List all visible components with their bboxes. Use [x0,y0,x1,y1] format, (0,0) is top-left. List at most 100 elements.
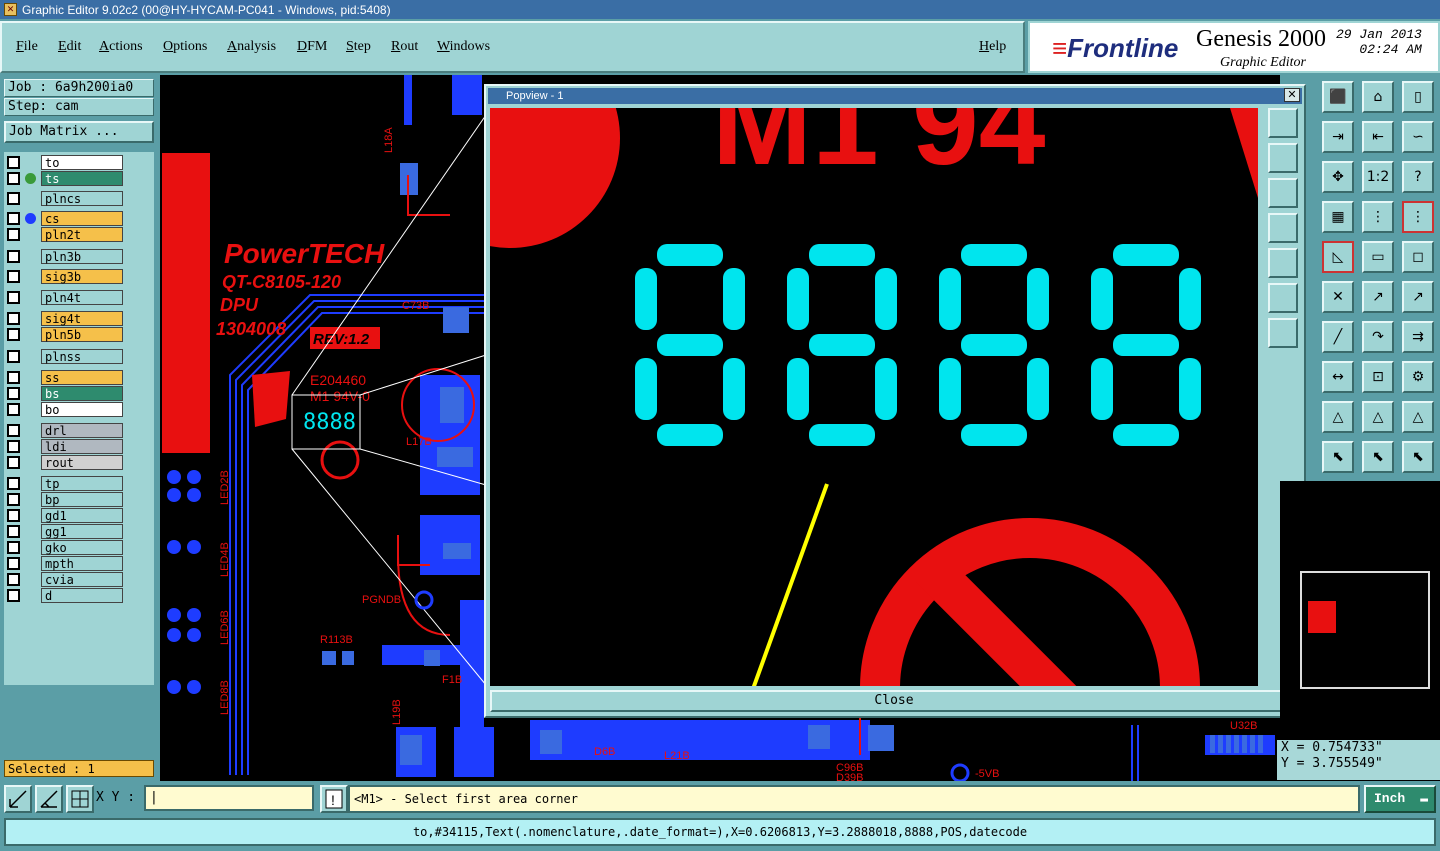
layer-row-plncs[interactable]: plncs [7,191,123,206]
layer-row-pln5b[interactable]: pln5b [7,327,123,342]
popview-tool-icon[interactable] [1268,213,1298,243]
popview-tool-icon[interactable] [1268,108,1298,138]
layer-row-ss[interactable]: ss [7,370,123,385]
pointer-icon[interactable]: ⬉ [1322,441,1354,473]
layer-checkbox[interactable] [7,172,20,185]
layer-checkbox[interactable] [7,509,20,522]
layer-row-cvia[interactable]: cvia [7,572,123,587]
next-icon[interactable]: ⇥ [1322,121,1354,153]
rotate-icon[interactable]: ↷ [1362,321,1394,353]
triangle-tool-icon[interactable]: △ [1402,401,1434,433]
layer-checkbox[interactable] [7,424,20,437]
layer-row-bo[interactable]: bo [7,402,123,417]
layer-checkbox[interactable] [7,589,20,602]
popview-close-icon[interactable]: ✕ [1284,88,1300,102]
layer-checkbox[interactable] [7,557,20,570]
popview-tool-icon[interactable] [1268,283,1298,313]
layer-row-mpth[interactable]: mpth [7,556,123,571]
wave-icon[interactable]: ∽ [1402,121,1434,153]
popview-tool-icon[interactable] [1268,178,1298,208]
layer-row-tp[interactable]: tp [7,476,123,491]
menu-help[interactable]: Help [979,39,1006,55]
layer-row-pln2t[interactable]: pln2t [7,227,123,242]
layer-checkbox[interactable] [7,387,20,400]
layer-checkbox[interactable] [7,192,20,205]
layer-checkbox[interactable] [7,312,20,325]
layer-icon[interactable]: ⋮ [1362,201,1394,233]
layer-row-gd1[interactable]: gd1 [7,508,123,523]
layer-row-gg1[interactable]: gg1 [7,524,123,539]
popview-tool-icon[interactable] [1268,318,1298,348]
stretch-icon[interactable]: ↔ [1322,361,1354,393]
job-matrix-button[interactable]: Job Matrix ... [4,121,154,143]
layer-checkbox[interactable] [7,250,20,263]
layer-checkbox[interactable] [7,493,20,506]
arrow-icon[interactable]: ↗ [1362,281,1394,313]
layer-checkbox[interactable] [7,541,20,554]
menu-dfm[interactable]: DFM [297,39,327,55]
gear-icon[interactable]: ⚙ [1402,361,1434,393]
pointer-icon[interactable]: ⬉ [1362,441,1394,473]
layer-row-bs[interactable]: bs [7,386,123,401]
ruler-icon[interactable]: ▭ [1362,241,1394,273]
layer-checkbox[interactable] [7,573,20,586]
menu-step[interactable]: Step [346,39,371,55]
split-icon[interactable]: ⇉ [1402,321,1434,353]
menu-windows[interactable]: Windows [437,39,490,55]
layer-checkbox[interactable] [7,350,20,363]
menu-actions[interactable]: Actions [99,39,143,55]
layer-checkbox[interactable] [7,477,20,490]
layer-row-sig4t[interactable]: sig4t [7,311,123,326]
layer-checkbox[interactable] [7,328,20,341]
measure-icon[interactable] [35,785,63,813]
pan-icon[interactable]: ✥ [1322,161,1354,193]
layer-checkbox[interactable] [7,228,20,241]
layer-row-d[interactable]: d [7,588,123,603]
layer-checkbox[interactable] [7,291,20,304]
window-icon[interactable]: ▯ [1402,81,1434,113]
layer-checkbox[interactable] [7,212,20,225]
layer-checkbox[interactable] [7,456,20,469]
zoom-fit-icon[interactable] [4,785,32,813]
help-icon[interactable]: ? [1402,161,1434,193]
layer-checkbox[interactable] [7,525,20,538]
arrow-icon[interactable]: ↗ [1402,281,1434,313]
menu-options[interactable]: Options [163,39,207,55]
grid-icon[interactable]: ▦ [1322,201,1354,233]
xy-input[interactable]: | [144,785,314,811]
layer-row-bp[interactable]: bp [7,492,123,507]
popview-canvas[interactable]: M1 94 [490,108,1258,686]
layer-checkbox[interactable] [7,440,20,453]
triangle-tool-icon[interactable]: △ [1322,401,1354,433]
triangle-icon[interactable]: ◺ [1322,241,1354,273]
layer-checkbox[interactable] [7,403,20,416]
layer-row-pln4t[interactable]: pln4t [7,290,123,305]
menu-edit[interactable]: Edit [58,39,81,55]
layer-row-ldi[interactable]: ldi [7,439,123,454]
prev-icon[interactable]: ⇤ [1362,121,1394,153]
scale-icon[interactable]: 1:2 [1362,161,1394,193]
pointer-icon[interactable]: ⬉ [1402,441,1434,473]
menu-analysis[interactable]: Analysis [227,39,276,55]
menu-file[interactable]: File [16,39,38,55]
layer-row-to[interactable]: to [7,155,123,170]
layer-checkbox[interactable] [7,371,20,384]
layer-checkbox[interactable] [7,270,20,283]
layer-icon-red[interactable]: ⋮ [1402,201,1434,233]
popview-tool-icon[interactable] [1268,143,1298,173]
layer-row-sig3b[interactable]: sig3b [7,269,123,284]
layer-row-drl[interactable]: drl [7,423,123,438]
close-button[interactable]: Close [490,690,1298,712]
alert-icon[interactable]: ! [320,785,348,813]
grid-icon[interactable] [66,785,94,813]
line-icon[interactable]: ╱ [1322,321,1354,353]
layer-checkbox[interactable] [7,156,20,169]
layer-row-ts[interactable]: ts [7,171,123,186]
menu-rout[interactable]: Rout [391,39,418,55]
box-icon[interactable]: ⊡ [1362,361,1394,393]
unit-selector[interactable]: Inch ▬ [1364,785,1436,813]
home-icon[interactable]: ⌂ [1362,81,1394,113]
layer-row-pln3b[interactable]: pln3b [7,249,123,264]
layer-row-plnss[interactable]: plnss [7,349,123,364]
cross-icon[interactable]: ✕ [1322,281,1354,313]
